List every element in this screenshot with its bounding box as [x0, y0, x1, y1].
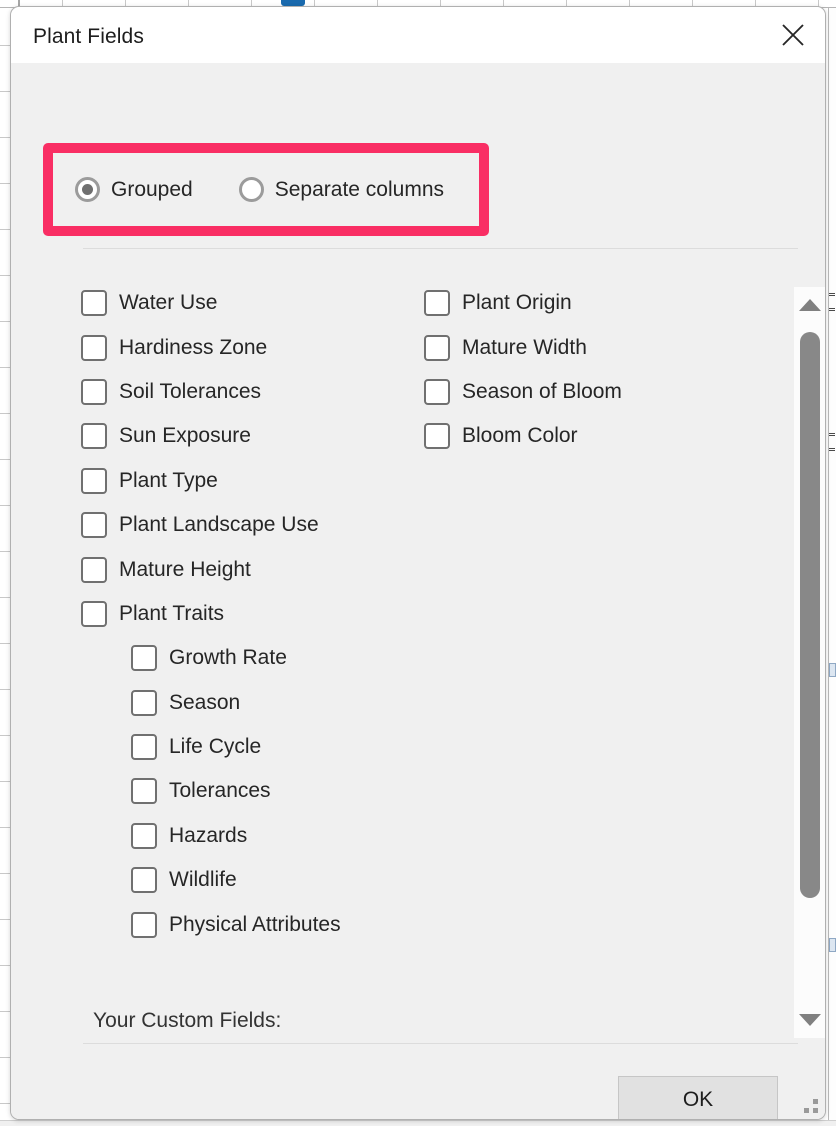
checkbox-hazards[interactable]	[131, 822, 157, 849]
checkbox-mature-width[interactable]	[424, 334, 450, 361]
dialog-body: Grouped Separate columns Water Use Hardin…	[11, 63, 825, 1119]
layout-mode-highlight: Grouped Separate columns	[43, 143, 489, 236]
fields-left-column: Water Use Hardiness Zone Soil Tolerances Su…	[81, 281, 441, 947]
field-item-label: Season	[169, 690, 241, 714]
plant-fields-dialog: Plant Fields Grouped Separate columns Wa…	[10, 6, 826, 1120]
triangle-down-icon[interactable]	[794, 1002, 825, 1038]
field-item-label: Wildlife	[169, 868, 237, 892]
field-item-label: Mature Width	[462, 335, 587, 359]
field-item-label: Plant Origin	[462, 291, 572, 315]
top-separator	[83, 248, 798, 249]
right-panel-dots-1	[829, 293, 835, 297]
checkbox-bloom-color[interactable]	[424, 423, 450, 450]
radio-separate-columns[interactable]: Separate columns	[238, 177, 444, 202]
field-item-label: Bloom Color	[462, 424, 578, 448]
field-item[interactable]: Life Cycle	[81, 725, 441, 769]
field-item[interactable]: Hazards	[81, 814, 441, 858]
checkbox-soil-tolerances[interactable]	[81, 378, 107, 405]
resize-grip-dot	[804, 1108, 809, 1113]
field-item-label: Tolerances	[169, 779, 271, 803]
field-item[interactable]: Plant Landscape Use	[81, 503, 441, 547]
checkbox-mature-height[interactable]	[81, 556, 107, 583]
field-item-label: Life Cycle	[169, 735, 262, 759]
resize-grip-icon[interactable]	[796, 1093, 818, 1115]
background-status-bar	[0, 1120, 836, 1126]
field-item[interactable]: Bloom Color	[424, 414, 764, 458]
checkbox-wildlife[interactable]	[131, 867, 157, 894]
field-item[interactable]: Plant Type	[81, 459, 441, 503]
fields-right-column: Plant Origin Mature Width Season of Bloom B…	[424, 281, 764, 459]
radio-separate-columns-label: Separate columns	[274, 177, 444, 201]
field-item[interactable]: Hardiness Zone	[81, 325, 441, 369]
scrollbar-thumb[interactable]	[800, 332, 820, 898]
field-item[interactable]: Plant Traits	[81, 592, 441, 636]
radio-separate-columns-mark	[238, 177, 264, 202]
field-item-label: Physical Attributes	[169, 912, 341, 936]
custom-fields-section: Your Custom Fields:	[83, 1009, 798, 1044]
triangle-up-glyph	[799, 299, 821, 311]
field-item-label: Sun Exposure	[119, 424, 251, 448]
field-item-label: Water Use	[119, 291, 218, 315]
field-item-label: Mature Height	[119, 557, 251, 581]
checkbox-sun-exposure[interactable]	[81, 423, 107, 450]
checkbox-tolerances[interactable]	[131, 778, 157, 805]
radio-grouped[interactable]: Grouped	[75, 177, 193, 202]
right-panel-dots-3	[829, 433, 835, 437]
field-item-label: Soil Tolerances	[119, 379, 262, 403]
field-item[interactable]: Soil Tolerances	[81, 370, 441, 414]
resize-grip-dot	[813, 1108, 818, 1113]
right-panel-dots-4	[829, 448, 835, 452]
right-panel-chip-1	[829, 663, 836, 677]
checkbox-plant-type[interactable]	[81, 467, 107, 494]
right-panel-chip-2	[829, 938, 836, 952]
field-item-label: Hazards	[169, 823, 248, 847]
field-item[interactable]: Wildlife	[81, 858, 441, 902]
field-item[interactable]: Season of Bloom	[424, 370, 764, 414]
field-columns: Water Use Hardiness Zone Soil Tolerances Su…	[71, 281, 798, 986]
radio-grouped-mark	[75, 177, 100, 202]
field-item[interactable]: Plant Origin	[424, 281, 764, 325]
field-item[interactable]: Mature Width	[424, 325, 764, 369]
checkbox-hardiness-zone[interactable]	[81, 334, 107, 361]
fields-scroll-region: Water Use Hardiness Zone Soil Tolerances Su…	[71, 281, 798, 986]
field-item[interactable]: Sun Exposure	[81, 414, 441, 458]
layout-mode-radio-group: Grouped Separate columns	[53, 153, 479, 226]
field-item[interactable]: Season	[81, 681, 441, 725]
checkbox-growth-rate[interactable]	[131, 645, 157, 672]
field-item-label: Plant Type	[119, 468, 218, 492]
triangle-up-icon[interactable]	[794, 287, 825, 323]
field-item[interactable]: Mature Height	[81, 547, 441, 591]
field-item[interactable]: Growth Rate	[81, 636, 441, 680]
dialog-titlebar: Plant Fields	[11, 7, 825, 63]
field-item[interactable]: Water Use	[81, 281, 441, 325]
field-item-label: Plant Traits	[119, 601, 225, 625]
radio-grouped-label: Grouped	[111, 177, 193, 201]
checkbox-physical-attributes[interactable]	[131, 911, 157, 938]
field-item-label: Plant Landscape Use	[119, 513, 319, 537]
checkbox-plant-origin[interactable]	[424, 290, 450, 317]
right-panel-dots-2	[829, 308, 835, 312]
checkbox-season-of-bloom[interactable]	[424, 378, 450, 405]
dialog-title: Plant Fields	[33, 25, 144, 48]
checkbox-plant-traits[interactable]	[81, 600, 107, 627]
ok-button[interactable]: OK	[618, 1076, 778, 1119]
field-item[interactable]: Tolerances	[81, 769, 441, 813]
checkbox-season[interactable]	[131, 689, 157, 716]
field-item-label: Season of Bloom	[462, 379, 622, 403]
checkbox-life-cycle[interactable]	[131, 734, 157, 761]
field-item[interactable]: Physical Attributes	[81, 902, 441, 946]
checkbox-water-use[interactable]	[81, 290, 107, 317]
custom-fields-separator	[83, 1043, 798, 1044]
field-item-label: Growth Rate	[169, 646, 287, 670]
field-item-label: Hardiness Zone	[119, 335, 268, 359]
background-right-panel	[828, 8, 836, 1126]
fields-scrollbar[interactable]	[794, 287, 825, 1038]
triangle-down-glyph	[799, 1014, 821, 1026]
custom-fields-label: Your Custom Fields:	[93, 1009, 282, 1032]
checkbox-plant-landscape-use[interactable]	[81, 512, 107, 539]
close-icon[interactable]	[767, 9, 819, 61]
resize-grip-dot	[813, 1099, 818, 1104]
